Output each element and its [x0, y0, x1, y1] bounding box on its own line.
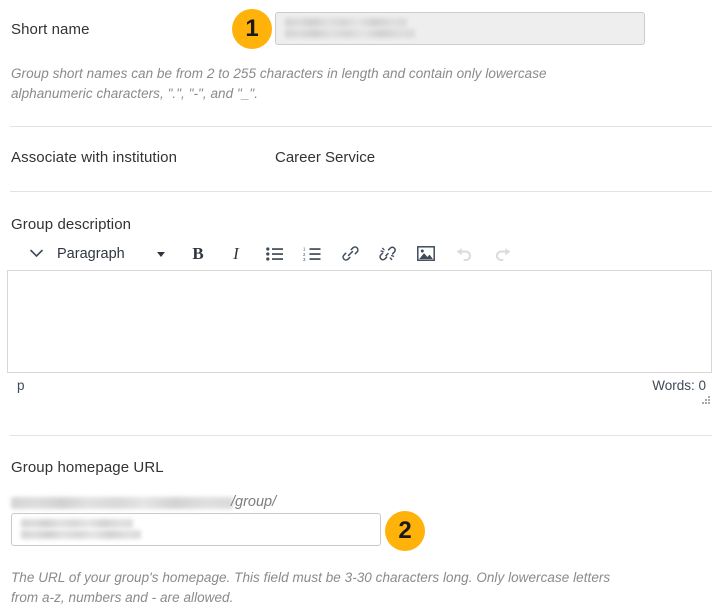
undo-icon[interactable]: [445, 240, 483, 268]
bullet-list-icon[interactable]: [255, 240, 293, 268]
redacted-text: [21, 530, 141, 539]
group-homepage-url-help-text: The URL of your group's homepage. This f…: [11, 570, 611, 605]
editor-status-bar: p Words: 0: [7, 378, 712, 406]
editor-word-count: Words: 0: [652, 378, 706, 393]
editor-toolbar: Paragraph B I 1 2 3: [7, 238, 712, 269]
format-select-label: Paragraph: [57, 245, 125, 262]
group-description-textarea[interactable]: [7, 270, 712, 373]
bold-icon[interactable]: B: [179, 240, 217, 268]
redacted-text: [11, 497, 233, 509]
group-homepage-url-label: Group homepage URL: [11, 459, 164, 476]
format-select[interactable]: Paragraph: [51, 240, 179, 268]
rich-text-editor: Paragraph B I 1 2 3 p Words: 0: [7, 238, 712, 410]
short-name-help-text: Group short names can be from 2 to 255 c…: [11, 66, 547, 101]
group-description-label: Group description: [11, 216, 132, 233]
svg-text:3: 3: [303, 256, 306, 260]
link-icon[interactable]: [331, 240, 369, 268]
associate-institution-label: Associate with institution: [11, 149, 178, 166]
associate-institution-value: Career Service: [275, 149, 376, 166]
caret-down-icon: [157, 251, 165, 257]
group-settings-form: Short name 1 Group short names can be fr…: [0, 0, 723, 615]
redacted-text: [285, 29, 415, 38]
section-divider: [10, 435, 712, 436]
short-name-label: Short name: [11, 21, 90, 38]
section-divider: [10, 191, 712, 192]
image-icon[interactable]: [407, 240, 445, 268]
callout-badge-1: 1: [232, 9, 272, 49]
section-divider: [10, 126, 712, 127]
unlink-icon[interactable]: [369, 240, 407, 268]
callout-badge-2: 2: [385, 511, 425, 551]
italic-icon[interactable]: I: [217, 240, 255, 268]
url-path-suffix: /group/: [231, 494, 277, 510]
editor-element-path[interactable]: p: [17, 378, 25, 393]
redacted-text: [285, 18, 407, 27]
redacted-text: [21, 519, 133, 528]
chevron-down-icon[interactable]: [21, 240, 51, 268]
editor-resize-handle[interactable]: [702, 396, 711, 405]
redo-icon[interactable]: [483, 240, 521, 268]
numbered-list-icon[interactable]: 1 2 3: [293, 240, 331, 268]
